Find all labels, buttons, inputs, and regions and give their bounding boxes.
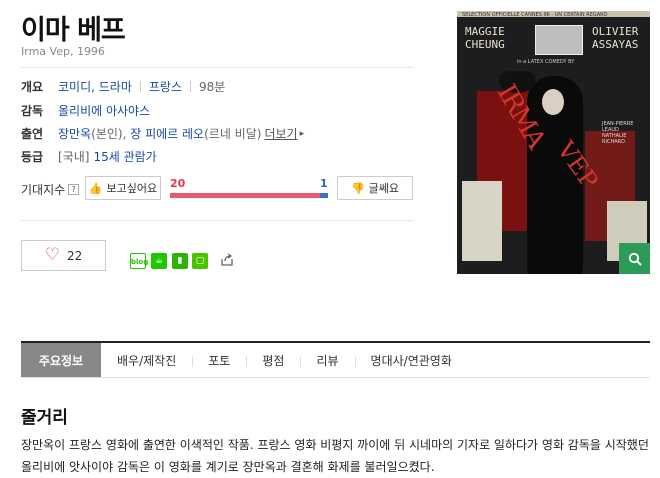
poster-credit-2: NATHALIE RICHARD [602,133,627,145]
search-icon [628,252,642,266]
poster-credit-1: JEAN-PIERRE LÉAUD [602,121,634,133]
runtime: 98분 [199,80,226,94]
poster-name-left-1: MAGGIE [465,25,505,38]
rating-label: 등급 [21,150,44,164]
poster-name-left-2: CHEUNG [465,38,505,51]
poster-name-right: OLIVIER ASSAYAS [592,25,638,51]
thumbs-up-icon: 👍 [88,181,103,195]
bookmark-icon[interactable]: ▮ [172,253,188,269]
share-icon[interactable] [220,253,234,271]
want-label: 보고싶어요 [106,182,158,195]
want-to-see-button[interactable]: 👍 보고싶어요 [85,176,161,200]
poster-credits: JEAN-PIERRE LÉAUD NATHALIE RICHARD [602,121,650,145]
actor-link-2[interactable]: 장 피에르 레오 [130,125,204,142]
role-1: (본인) [91,127,123,141]
no-count: 1 [320,177,328,190]
expectation-label: 기대지수 ? [21,181,80,198]
tab-cast-crew[interactable]: 배우/제작진 [101,343,192,377]
tab-bar: 주요정보 배우/제작진 포토 평점 리뷰 명대사/연관영화 [21,341,650,378]
overview-label: 개요 [21,80,44,94]
like-count: 22 [66,248,83,263]
synopsis-title: 줄거리 [21,408,68,428]
info-cast: 출연 장만옥 (본인) , 장 피에르 레오 (르네 비달) 더보기 ▸ [21,125,304,142]
director-label: 감독 [21,104,44,118]
movie-subtitle: Irma Vep, 1996 [21,45,105,58]
info-director: 감독 올리비에 아사야스 [21,102,150,119]
tab-review[interactable]: 리뷰 [300,343,354,377]
tab-main-info[interactable]: 주요정보 [21,343,101,377]
actor-link-1[interactable]: 장만옥 [58,125,91,142]
poster-name-left: MAGGIE CHEUNG [465,25,505,51]
movie-title: 이마 베프 [21,15,126,46]
want-bar [170,193,320,198]
tab-quotes-related[interactable]: 명대사/연관영화 [354,343,468,377]
more-cast-link[interactable]: 더보기 [264,125,297,142]
country-link[interactable]: 프랑스 [149,78,182,95]
director-link[interactable]: 올리비에 아사야스 [58,102,150,119]
comma: , [122,126,131,141]
no-bar [320,193,328,198]
separator [139,81,141,92]
role-2: (르네 비달) [204,127,262,141]
poster-name-right-1: OLIVIER [592,25,639,38]
info-rating: 등급 [국내] 15세 관람가 [21,148,157,165]
chevron-right-icon: ▸ [299,128,305,139]
like-button[interactable]: ♡ 22 [21,240,106,271]
poster-face [542,89,564,115]
blog-icon[interactable]: blog [130,253,148,269]
poster-headline: SELECTION OFFICIELLE CANNES 96 · UN CERT… [462,12,608,18]
divider [21,220,413,221]
movie-poster[interactable]: SELECTION OFFICIELLE CANNES 96 · UN CERT… [457,11,650,274]
rating-region: [국내] [58,150,90,164]
divider [21,67,413,68]
heart-icon: ♡ [44,245,60,265]
cast-label: 출연 [21,127,44,141]
separator [190,81,191,92]
cafe-icon[interactable]: ☕ [151,253,167,269]
want-count: 20 [170,177,186,190]
poster-inset-caption: in a LATEX COMEDY BY [517,59,575,65]
synopsis-text: 장만옥이 프랑스 영화에 출연한 이색적인 작품. 프랑스 영화 비평지 까이에… [21,438,649,474]
no-label: 글쎄요 [368,182,400,195]
thumbs-down-icon: 👎 [350,181,365,195]
memo-icon[interactable]: ▢ [192,253,208,269]
poster-shape [462,181,502,261]
rating-link[interactable]: 15세 관람가 [93,148,156,165]
info-overview: 개요 코미디, 드라마 프랑스 98분 [21,78,225,95]
expectation-text: 기대지수 [21,183,66,197]
not-sure-button[interactable]: 👎 글쎄요 [337,176,413,200]
poster-name-right-2: ASSAYAS [592,38,639,51]
help-icon[interactable]: ? [68,184,80,195]
tab-rating[interactable]: 평점 [246,343,300,377]
tab-photo[interactable]: 포토 [192,343,246,377]
poster-inset [535,25,583,55]
zoom-button[interactable] [619,243,650,274]
genre-link[interactable]: 코미디, 드라마 [58,78,132,95]
